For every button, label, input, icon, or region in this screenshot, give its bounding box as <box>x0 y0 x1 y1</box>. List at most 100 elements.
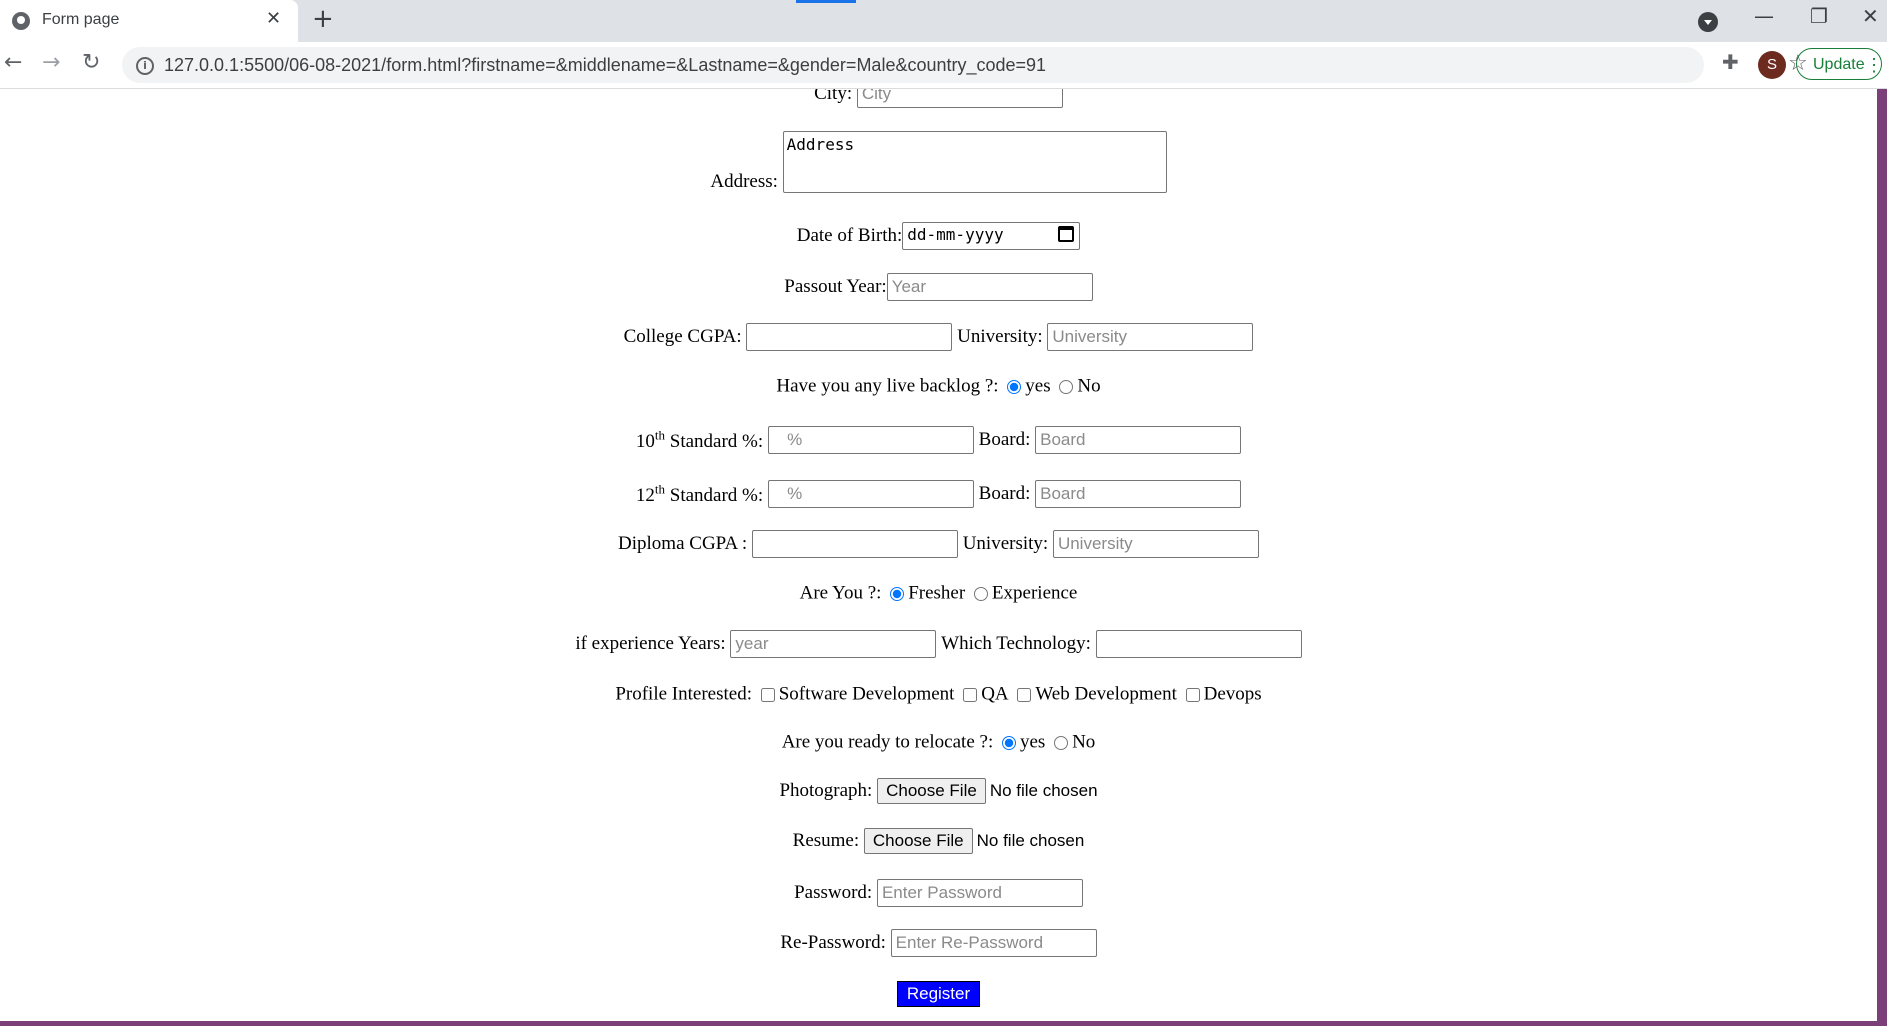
profile-avatar[interactable]: S <box>1758 51 1786 79</box>
dob-label: Date of Birth: <box>796 225 903 246</box>
twelfth-board-label: Board: <box>978 483 1031 504</box>
globe-icon <box>12 12 30 30</box>
extensions-icon[interactable]: ✚ <box>1722 50 1739 74</box>
resume-file-status: No file chosen <box>976 831 1085 850</box>
resume-row: Resume: Choose File No file chosen <box>0 828 1877 854</box>
dob-date-input[interactable]: dd-mm-yyyy <box>902 222 1081 250</box>
browser-tab[interactable]: Form page ✕ <box>0 0 298 42</box>
update-button[interactable]: Update <box>1796 48 1883 81</box>
diploma-row: Diploma CGPA : University: <box>0 530 1877 558</box>
twelfth-percent-input[interactable] <box>767 480 974 508</box>
passout-year-input[interactable] <box>886 273 1093 301</box>
city-input[interactable] <box>856 89 1063 108</box>
city-row: City: <box>0 89 1877 108</box>
resume-label: Resume: <box>792 830 860 851</box>
loading-indicator <box>796 0 856 3</box>
tenth-num: 10 <box>635 430 655 452</box>
relocate-no-label: No <box>1072 731 1096 753</box>
tenth-percent-input[interactable] <box>767 426 974 454</box>
backlog-no-label: No <box>1077 375 1101 397</box>
new-tab-icon[interactable]: + <box>312 4 334 34</box>
diploma-cgpa-input[interactable] <box>751 530 958 558</box>
repassword-input[interactable] <box>890 929 1097 957</box>
twelfth-text: Standard %: <box>669 484 764 506</box>
form-page: City: Address: Address Date of Birth:dd-… <box>0 89 1877 1021</box>
profile-label: Profile Interested: <box>615 683 752 705</box>
photograph-row: Photograph: Choose File No file chosen <box>0 778 1877 804</box>
address-bar[interactable]: i 127.0.0.1:5500/06-08-2021/form.html?fi… <box>122 47 1808 83</box>
dob-row: Date of Birth: dd-mm-yyyy <box>0 222 1877 250</box>
diploma-university-input[interactable] <box>1052 530 1259 558</box>
url-text[interactable]: 127.0.0.1:5500/06-08-2021/form.html?firs… <box>164 55 1046 76</box>
register-button[interactable]: Register <box>896 981 981 1007</box>
twelfth-board-input[interactable] <box>1035 480 1242 508</box>
resume-choose-file-button[interactable]: Choose File <box>863 828 973 854</box>
browser-toolbar: ← → ↻ i 127.0.0.1:5500/06-08-2021/form.h… <box>0 42 1887 89</box>
tenth-board-label: Board: <box>978 429 1031 450</box>
page-border-bottom <box>0 1021 1887 1026</box>
exp-years-label: if experience Years: <box>575 633 726 654</box>
web-dev-label: Web Development <box>1035 683 1177 705</box>
relocate-row: Are you ready to relocate ?: yes No <box>0 731 1877 754</box>
forward-icon[interactable]: → <box>42 50 60 75</box>
close-tab-icon[interactable]: ✕ <box>266 8 281 29</box>
restore-icon[interactable]: ❐ <box>1810 4 1828 28</box>
fresher-label: Fresher <box>908 582 966 604</box>
calendar-icon[interactable] <box>1058 226 1075 242</box>
are-you-label: Are You ?: <box>799 582 882 604</box>
experience-radio[interactable] <box>973 586 988 601</box>
exp-years-input[interactable] <box>730 630 937 658</box>
devops-label: Devops <box>1203 683 1262 705</box>
experience-label: Experience <box>991 582 1078 604</box>
page-border-right <box>1877 89 1887 1026</box>
twelfth-num: 12 <box>635 484 655 506</box>
web-dev-checkbox[interactable] <box>1017 687 1032 702</box>
relocate-no-radio[interactable] <box>1054 735 1069 750</box>
address-textarea[interactable]: Address <box>782 131 1167 193</box>
backlog-yes-radio[interactable] <box>1007 379 1022 394</box>
tab-strip: Form page ✕ + — ❐ ✕ <box>0 0 1887 42</box>
university-input[interactable] <box>1047 323 1254 351</box>
university-label: University: <box>957 326 1043 347</box>
city-label: City: <box>814 89 853 104</box>
window-close-icon[interactable]: ✕ <box>1862 4 1879 28</box>
backlog-no-radio[interactable] <box>1059 379 1074 394</box>
reload-icon[interactable]: ↻ <box>82 50 100 75</box>
twelfth-sup: th <box>654 481 665 497</box>
back-icon[interactable]: ← <box>4 50 22 75</box>
tenth-sup: th <box>654 427 665 443</box>
experience-row: if experience Years: Which Technology: <box>0 630 1877 658</box>
info-icon[interactable]: i <box>136 57 154 75</box>
fresher-radio[interactable] <box>890 586 905 601</box>
photograph-choose-file-button[interactable]: Choose File <box>877 778 986 804</box>
backlog-label: Have you any live backlog ?: <box>776 375 999 397</box>
tenth-label: 10th Standard %: <box>635 427 764 452</box>
cgpa-input[interactable] <box>746 323 953 351</box>
tenth-text: Standard %: <box>669 430 764 452</box>
profile-row: Profile Interested: Software Development… <box>0 683 1877 706</box>
tab-title: Form page <box>42 11 120 28</box>
backlog-yes-label: yes <box>1025 375 1051 397</box>
password-label: Password: <box>794 882 873 903</box>
repassword-label: Re-Password: <box>780 932 886 953</box>
devops-checkbox[interactable] <box>1185 687 1200 702</box>
relocate-label: Are you ready to relocate ?: <box>781 731 994 753</box>
technology-input[interactable] <box>1095 630 1302 658</box>
minimize-icon[interactable]: — <box>1754 4 1774 28</box>
repassword-row: Re-Password: <box>0 929 1877 957</box>
photograph-label: Photograph: <box>779 780 873 801</box>
register-row: Register <box>0 981 1877 1007</box>
dob-value: dd-mm-yyyy <box>907 225 1004 244</box>
photograph-file-status: No file chosen <box>989 781 1098 800</box>
password-row: Password: <box>0 879 1877 907</box>
tab-search-icon[interactable] <box>1698 12 1718 32</box>
software-dev-checkbox[interactable] <box>760 687 775 702</box>
diploma-university-label: University: <box>962 533 1049 554</box>
qa-checkbox[interactable] <box>963 687 978 702</box>
passout-row: Passout Year: <box>0 273 1877 301</box>
relocate-yes-radio[interactable] <box>1001 735 1016 750</box>
tenth-board-input[interactable] <box>1035 426 1242 454</box>
cgpa-label: College CGPA: <box>623 326 742 347</box>
password-input[interactable] <box>876 879 1083 907</box>
diploma-label: Diploma CGPA : <box>618 533 748 554</box>
